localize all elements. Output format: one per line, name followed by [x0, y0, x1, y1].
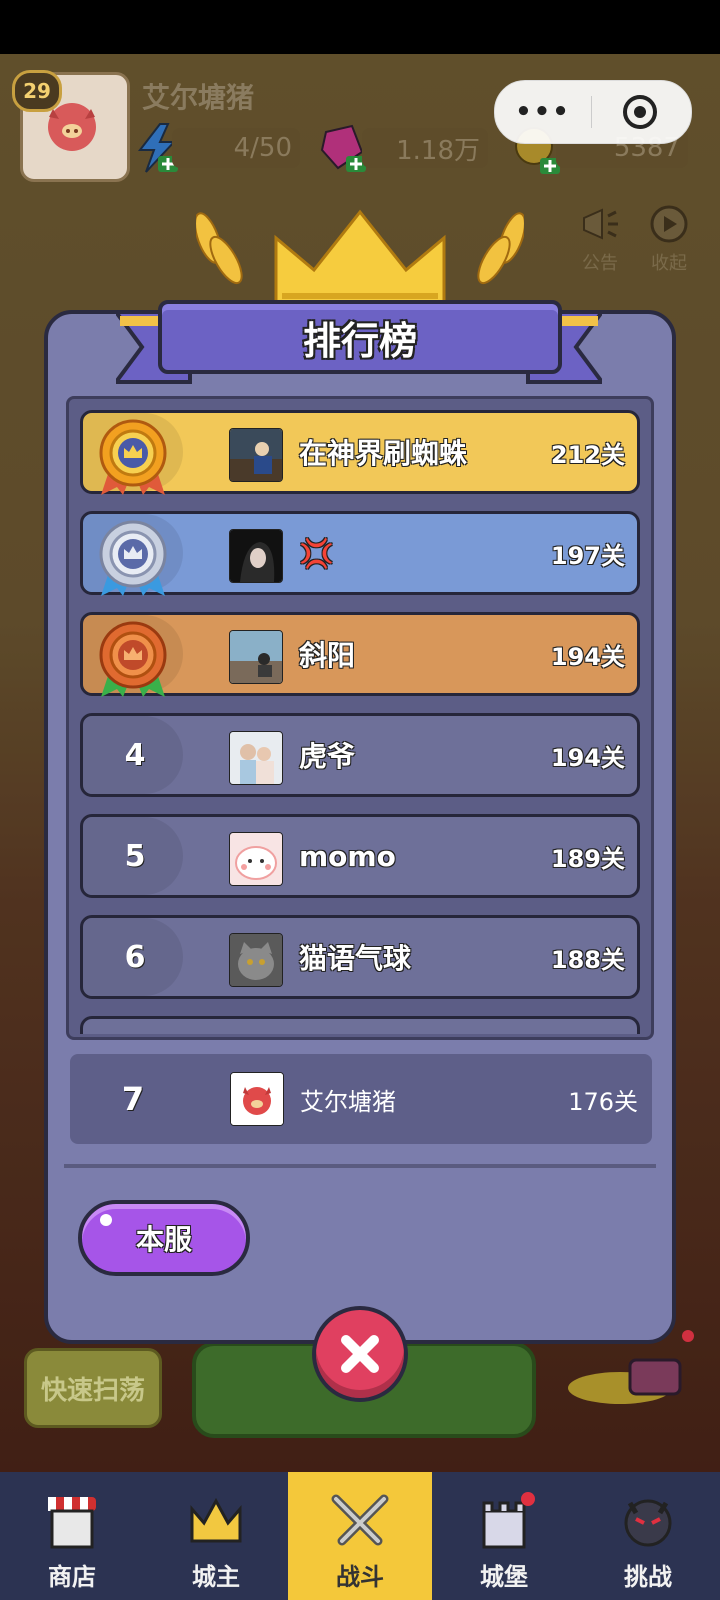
nav-challenge-label: 挑战: [624, 1563, 672, 1591]
silver-medal-icon: [99, 520, 167, 596]
stage-count: 194关: [550, 642, 625, 671]
nav-shop[interactable]: 商店: [0, 1472, 144, 1600]
close-icon: [341, 1335, 379, 1373]
castle-icon: [482, 1492, 535, 1549]
stage-count: 188关: [550, 945, 625, 974]
my-rank-number: 7: [121, 1080, 145, 1118]
server-filter-button[interactable]: 本服: [78, 1200, 250, 1276]
leaderboard-row-2[interactable]: 💢 197关: [80, 511, 640, 596]
player-name: 艾尔塘猪: [142, 81, 255, 114]
gem-counter: 1.18万: [362, 128, 488, 168]
close-button[interactable]: [312, 1306, 408, 1402]
nav-battle[interactable]: 战斗: [288, 1472, 432, 1600]
announcement-button[interactable]: 公告: [574, 204, 626, 275]
stage-count: 197关: [550, 541, 625, 570]
rank-number: 4: [124, 737, 146, 773]
nav-castle-label: 城堡: [480, 1563, 528, 1591]
my-avatar: [230, 1072, 284, 1126]
gold-medal-icon: [99, 419, 167, 495]
quick-sweep-button[interactable]: 快速扫荡: [24, 1348, 162, 1428]
collapse-label: 收起: [651, 253, 687, 274]
close-miniprogram-button[interactable]: [592, 92, 688, 132]
nav-lord[interactable]: 城主: [144, 1472, 288, 1600]
shop-icon: [48, 1497, 96, 1549]
my-rank-row: 7 艾尔塘猪 176关: [70, 1054, 652, 1144]
more-menu-button[interactable]: •••: [495, 97, 591, 127]
player-level-badge: 29: [12, 70, 62, 112]
bronze-medal-icon: [99, 621, 167, 697]
nav-challenge[interactable]: 挑战: [576, 1472, 720, 1600]
avatar: [229, 630, 283, 684]
stage-count: 194关: [550, 743, 625, 772]
player-name: 💢: [299, 536, 334, 570]
stage-count: 212关: [550, 440, 625, 469]
player-name: 在神界刷蜘蛛: [299, 437, 468, 470]
crossed-swords-icon: [331, 1494, 389, 1546]
rank-number: 6: [124, 939, 146, 975]
leaderboard-row-1[interactable]: 在神界刷蜘蛛 212关: [80, 410, 640, 495]
player-name: 斜阳: [299, 639, 356, 672]
leaderboard-row-4[interactable]: 4 虎爷 194关: [80, 713, 640, 797]
energy-counter: 4/50: [172, 128, 300, 168]
player-name: 虎爷: [299, 740, 356, 773]
player-name: 猫语气球: [299, 942, 412, 975]
collapse-button[interactable]: 收起: [640, 204, 698, 275]
rank-number: 5: [124, 838, 146, 874]
avatar: [229, 529, 283, 583]
nav-shop-label: 商店: [48, 1563, 96, 1591]
my-player-name: 艾尔塘猪: [300, 1087, 396, 1116]
play-circle-icon: [650, 205, 688, 243]
status-bar: [0, 0, 720, 54]
leaderboard-row-partial: [80, 1016, 640, 1034]
server-filter-label: 本服: [135, 1223, 192, 1256]
megaphone-icon: [583, 208, 618, 240]
crown-icon: [190, 1497, 242, 1543]
my-stage-count: 176关: [568, 1087, 638, 1116]
avatar: [229, 731, 283, 785]
avatar: [229, 428, 283, 482]
leaderboard-row-3[interactable]: 斜阳 194关: [80, 612, 640, 697]
nav-battle-label: 战斗: [336, 1563, 384, 1591]
demon-icon: [624, 1499, 672, 1547]
leaderboard-row-5[interactable]: 5 momo 189关: [80, 814, 640, 898]
nav-lord-label: 城主: [192, 1563, 240, 1591]
bottom-nav: 商店 城主 战斗 城堡 挑战: [0, 1472, 720, 1600]
divider: [64, 1164, 656, 1168]
avatar: [229, 832, 283, 886]
leaderboard-row-6[interactable]: 6 猫语气球 188关: [80, 915, 640, 999]
miniprogram-capsule: •••: [494, 80, 692, 144]
stage-count: 189关: [550, 844, 625, 873]
avatar: [229, 933, 283, 987]
player-name: momo: [299, 839, 396, 873]
target-icon: [623, 95, 657, 129]
leaderboard-title: 排行榜: [158, 300, 562, 374]
announcement-label: 公告: [582, 253, 618, 274]
nav-castle[interactable]: 城堡: [432, 1472, 576, 1600]
